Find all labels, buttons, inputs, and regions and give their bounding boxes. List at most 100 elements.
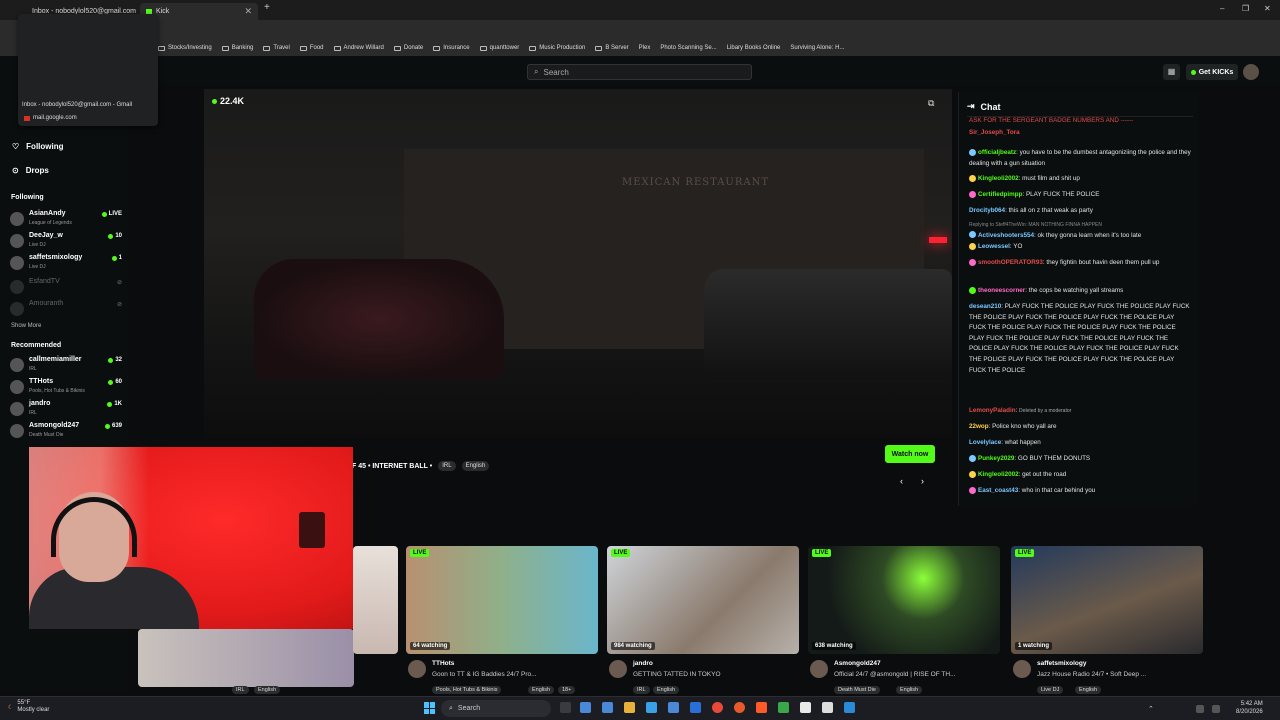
chat-username[interactable]: Activeshooters554: [978, 232, 1034, 239]
video-player[interactable]: MEXICAN RESTAURANT: [204, 89, 952, 439]
app-icon[interactable]: [602, 702, 613, 713]
stream-card-thumbnail[interactable]: LIVE 984 watching: [607, 546, 799, 654]
channel-name[interactable]: Asmongold247: [834, 660, 881, 667]
chat-username[interactable]: smoothOPERATOR93: [978, 259, 1043, 266]
maximize-button[interactable]: ❐: [1242, 4, 1249, 13]
category-tag[interactable]: Live DJ: [1037, 686, 1064, 694]
bookmark-item[interactable]: Photo Scanning Se...: [660, 45, 716, 51]
chat-username[interactable]: Lovelylace: [969, 439, 1001, 446]
start-button[interactable]: [424, 702, 436, 714]
stream-card-thumbnail[interactable]: LIVE 64 watching: [406, 546, 598, 654]
bookmark-item[interactable]: Surviving Alone: H...: [790, 45, 844, 51]
app-icon[interactable]: [646, 702, 657, 713]
sidebar-channel-offline[interactable]: EsfandTV ⊘: [10, 278, 122, 298]
chat-username[interactable]: East_coast43: [978, 487, 1018, 494]
sidebar-channel[interactable]: TTHots Pools, Hot Tubs & Bikinis 60: [10, 378, 122, 398]
chat-username[interactable]: Kingleoli2002: [978, 175, 1019, 182]
new-tab-button[interactable]: +: [264, 2, 270, 13]
sidebar-nav-following[interactable]: ♡ Following: [12, 142, 64, 151]
bookmark-item[interactable]: Plex: [639, 45, 651, 51]
chat-username[interactable]: Leowessel: [978, 243, 1010, 250]
network-icon[interactable]: [1196, 705, 1204, 713]
language-tag[interactable]: English: [653, 686, 680, 694]
app-icon[interactable]: [690, 702, 701, 713]
weather-widget[interactable]: ☾ 55°F Mostly clear: [8, 700, 49, 714]
taskbar-clock[interactable]: 5:42 AM 8/20/2026: [1236, 700, 1263, 716]
bookmark-item[interactable]: Music Production: [529, 45, 585, 51]
volume-icon[interactable]: [1212, 705, 1220, 713]
xbox-icon[interactable]: [778, 702, 789, 713]
chat-username[interactable]: 22wop: [969, 423, 989, 430]
chat-username[interactable]: Punkey2029: [978, 455, 1014, 462]
sidebar-channel[interactable]: Asmongold247 Death Must Die 639: [10, 422, 122, 442]
stream-card-info[interactable]: jandro GETTING TATTED IN TOKYO IRL Engli…: [609, 658, 804, 698]
sidebar-channel[interactable]: DeeJay_w Live DJ 10: [10, 232, 122, 252]
sidebar-channel[interactable]: AsianAndy League of Legends LIVE: [10, 210, 122, 230]
chrome-icon[interactable]: [712, 702, 723, 713]
stream-card-info[interactable]: TTHots Goon to TT & IG Baddies 24/7 Pro.…: [408, 658, 603, 698]
sidebar-channel[interactable]: callmemiamiller IRL 32: [10, 356, 122, 376]
tray-chevron-icon[interactable]: ⌃: [1148, 705, 1156, 713]
minimize-button[interactable]: –: [1220, 4, 1224, 13]
chat-username[interactable]: Certifiedpimpp: [978, 191, 1022, 198]
category-tag[interactable]: Death Must Die: [834, 686, 880, 694]
channel-name[interactable]: jandro: [633, 660, 653, 667]
app-icon[interactable]: [844, 702, 855, 713]
category-tag[interactable]: Pools, Hot Tubs & Bikinis: [432, 686, 502, 694]
bookmark-item[interactable]: quanttower: [479, 45, 519, 51]
stream-card-info[interactable]: Asmongold247 Official 24/7 @asmongold | …: [810, 658, 1005, 698]
chat-username[interactable]: theoneescorner: [978, 287, 1025, 294]
bookmark-item[interactable]: Donate: [393, 45, 423, 51]
bookmark-item[interactable]: Andrew Willard: [333, 45, 384, 51]
firefox-icon[interactable]: [734, 702, 745, 713]
layout-toggle-button[interactable]: ▦: [1163, 64, 1180, 80]
category-tag[interactable]: IRL: [633, 686, 650, 694]
bookmark-item[interactable]: B Server: [595, 45, 629, 51]
address-bar[interactable]: ⋮: [0, 20, 1280, 54]
sidebar-nav-drops[interactable]: ⊙ Drops: [12, 166, 49, 175]
carousel-prev-button[interactable]: ‹: [900, 476, 903, 486]
user-avatar[interactable]: [1243, 64, 1259, 80]
sidebar-channel-offline[interactable]: Amouranth ⊘: [10, 300, 122, 320]
stream-card-partial[interactable]: [353, 546, 398, 654]
pip-icon[interactable]: ⧉: [928, 98, 934, 109]
brave-icon[interactable]: [756, 702, 767, 713]
bookmark-item[interactable]: Banking: [221, 45, 253, 51]
app-icon[interactable]: [822, 702, 833, 713]
carousel-next-button[interactable]: ›: [921, 476, 924, 486]
app-icon[interactable]: [668, 702, 679, 713]
watch-now-button[interactable]: Watch now: [885, 445, 935, 463]
channel-name[interactable]: TTHots: [432, 660, 454, 667]
chat-username[interactable]: LemonyPaladin: [969, 407, 1016, 414]
get-kicks-button[interactable]: Get KICKs: [1186, 64, 1238, 80]
file-explorer-icon[interactable]: [624, 702, 635, 713]
stream-card-thumbnail[interactable]: LIVE 638 watching: [808, 546, 1000, 654]
chat-username[interactable]: Kingleoli2002: [978, 471, 1019, 478]
settings-icon[interactable]: [580, 702, 591, 713]
sidebar-channel[interactable]: saffetsmixology Live DJ 1: [10, 254, 122, 274]
chat-username[interactable]: officialjbeatz: [978, 149, 1016, 156]
taskbar-search[interactable]: ⌕ Search: [441, 700, 551, 717]
search-input[interactable]: ⌕ Search: [527, 64, 752, 80]
collapse-chat-icon[interactable]: ⇥: [967, 101, 975, 112]
stream-card-partial[interactable]: [138, 629, 354, 687]
sidebar-channel[interactable]: jandro IRL 1K: [10, 400, 122, 420]
bookmark-item[interactable]: Travel: [263, 45, 290, 51]
channel-name[interactable]: saffetsmixology: [1037, 660, 1087, 667]
close-window-button[interactable]: ✕: [1264, 4, 1271, 13]
bookmark-item[interactable]: Libary Books Online: [727, 45, 781, 51]
chat-username[interactable]: desean210: [969, 303, 1001, 310]
language-tag[interactable]: English: [1075, 686, 1102, 694]
language-tag[interactable]: English: [528, 686, 555, 694]
category-tag[interactable]: IRL: [438, 461, 456, 471]
app-icon[interactable]: [800, 702, 811, 713]
age-tag[interactable]: 18+: [558, 686, 576, 694]
language-tag[interactable]: English: [896, 686, 923, 694]
bookmark-item[interactable]: Stocks/Investing: [158, 45, 212, 51]
bookmark-item[interactable]: Food: [299, 45, 324, 51]
stream-card-info[interactable]: saffetsmixology Jazz House Radio 24/7 • …: [1013, 658, 1208, 698]
show-more-link[interactable]: Show More: [11, 323, 41, 329]
chat-username[interactable]: Drocityb064: [969, 207, 1005, 214]
stream-card-thumbnail[interactable]: LIVE 1 watching: [1011, 546, 1203, 654]
task-view-icon[interactable]: [560, 702, 571, 713]
